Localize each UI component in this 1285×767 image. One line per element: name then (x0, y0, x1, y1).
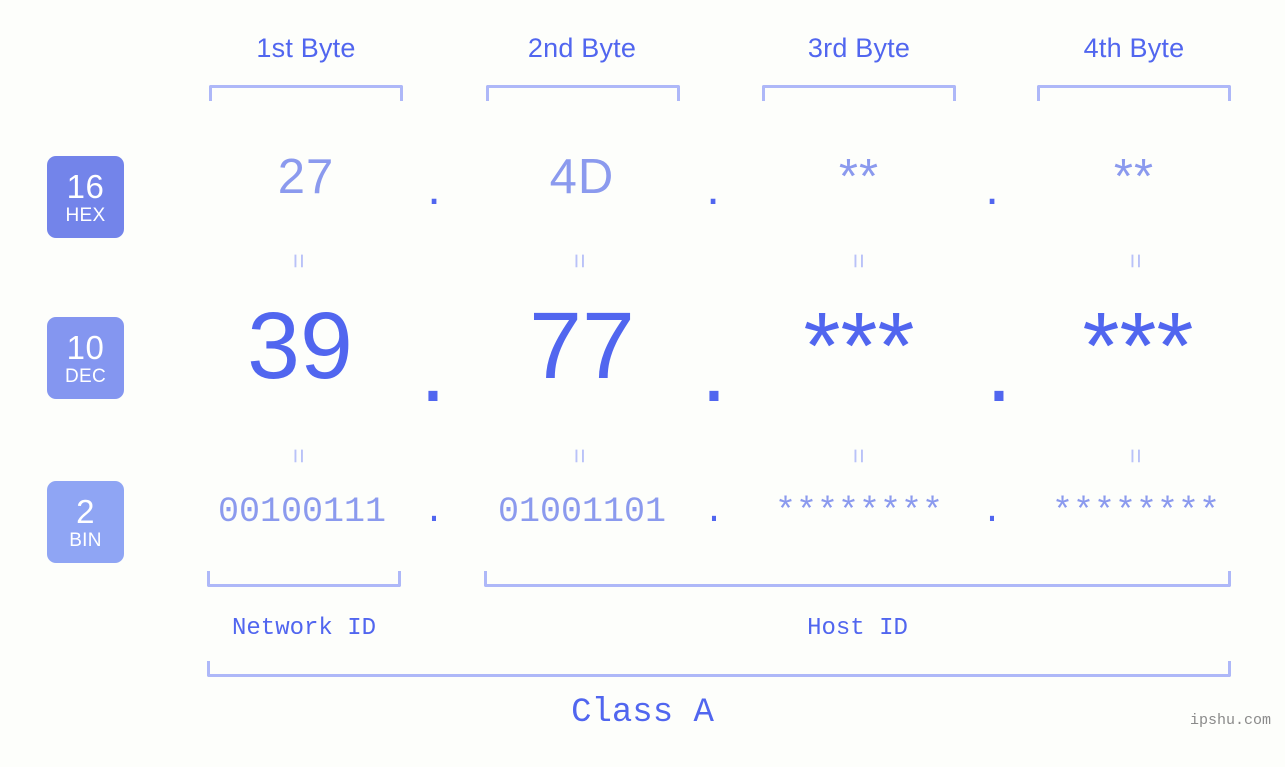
bin-separator-2: . (703, 492, 725, 532)
base-badge-dec-number: 10 (66, 328, 105, 366)
class-label: Class A (571, 694, 714, 732)
dec-separator-3: . (985, 316, 1013, 422)
byte-header-3: 3rd Byte (807, 33, 911, 63)
host-id-bracket (484, 571, 1231, 587)
site-watermark: ipshu.com (1189, 712, 1271, 729)
bin-separator-1: . (423, 492, 445, 532)
bin-byte-4: ******** (1051, 492, 1221, 532)
base-badge-hex-number: 16 (66, 167, 105, 205)
byte-bracket-4 (1037, 85, 1231, 101)
byte-header-4: 4th Byte (1083, 33, 1185, 63)
network-id-label: Network ID (231, 615, 377, 642)
class-bracket (207, 661, 1231, 677)
byte-header-1: 1st Byte (256, 33, 356, 63)
base-badge-bin-number: 2 (76, 492, 95, 530)
base-badge-dec-name: DEC (64, 365, 106, 387)
hex-separator-3: . (985, 161, 999, 215)
byte-bracket-2 (486, 85, 680, 101)
base-badge-bin-name: BIN (69, 529, 102, 551)
hex-separator-1: . (427, 161, 441, 215)
base-badge-hex-name: HEX (65, 204, 106, 226)
hex-separator-2: . (706, 161, 720, 215)
byte-bracket-3 (762, 85, 956, 101)
byte-bracket-1 (209, 85, 403, 101)
bin-separator-3: . (981, 492, 1003, 532)
base-badge-hex: 16 HEX (47, 156, 124, 238)
byte-header-2: 2nd Byte (527, 33, 637, 63)
host-id-label: Host ID (807, 615, 908, 642)
bin-byte-2: 01001101 (497, 492, 667, 532)
base-badge-dec: 10 DEC (47, 317, 124, 399)
dec-separator-1: . (419, 316, 447, 422)
bin-byte-1: 00100111 (217, 492, 387, 532)
dec-separator-2: . (700, 316, 728, 422)
base-badge-bin: 2 BIN (47, 481, 124, 563)
bin-byte-3: ******** (774, 492, 944, 532)
network-id-bracket (207, 571, 401, 587)
